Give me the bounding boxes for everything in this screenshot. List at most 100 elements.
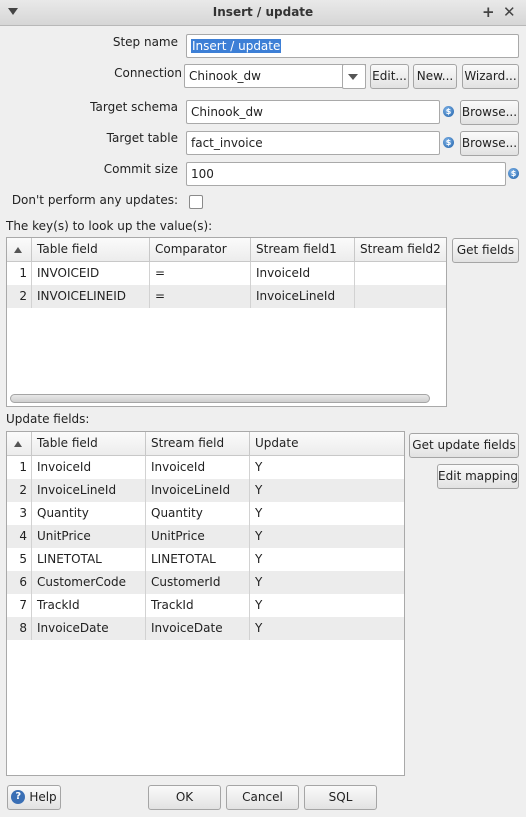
horizontal-scrollbar[interactable]: [10, 394, 430, 403]
target-schema-input[interactable]: Chinook_dw: [186, 100, 440, 124]
get-fields-button[interactable]: Get fields: [452, 238, 519, 263]
table-field-cell[interactable]: TrackId: [32, 594, 146, 617]
table-field-cell[interactable]: INVOICELINEID: [32, 285, 150, 308]
edit-mapping-button[interactable]: Edit mapping: [437, 464, 519, 489]
table-field-cell[interactable]: InvoiceLineId: [32, 479, 146, 502]
chevron-down-icon: [348, 74, 358, 80]
table-row[interactable]: 6 CustomerCode CustomerId Y: [7, 571, 404, 594]
col-header-stream-field1[interactable]: Stream field1: [251, 238, 355, 262]
help-icon: ?: [11, 789, 26, 804]
keys-table-header: Table field Comparator Stream field1 Str…: [7, 238, 446, 262]
row-number: 6: [7, 571, 32, 594]
col-header-update[interactable]: Update: [250, 432, 404, 456]
stream-field-cell[interactable]: CustomerId: [146, 571, 250, 594]
new-connection-button[interactable]: New...: [413, 64, 457, 89]
table-row[interactable]: 2 INVOICELINEID = InvoiceLineId: [7, 285, 446, 308]
stream-field-cell[interactable]: LINETOTAL: [146, 548, 250, 571]
table-row[interactable]: 8 InvoiceDate InvoiceDate Y: [7, 617, 404, 640]
connection-dropdown-button[interactable]: [342, 64, 366, 89]
row-number: 1: [7, 262, 32, 285]
table-row[interactable]: 1 InvoiceId InvoiceId Y: [7, 456, 404, 479]
sort-column-header[interactable]: [7, 238, 32, 262]
browse-schema-button[interactable]: Browse...: [460, 100, 519, 125]
keys-table: Table field Comparator Stream field1 Str…: [6, 237, 447, 407]
stream-field-cell[interactable]: UnitPrice: [146, 525, 250, 548]
stream-field2-cell[interactable]: [355, 285, 446, 308]
row-number: 3: [7, 502, 32, 525]
stream-field-cell[interactable]: TrackId: [146, 594, 250, 617]
get-update-fields-button[interactable]: Get update fields: [409, 433, 519, 458]
comparator-cell[interactable]: =: [150, 285, 251, 308]
update-fields-table: Table field Stream field Update 1 Invoice…: [6, 431, 405, 776]
update-flag-cell[interactable]: Y: [250, 617, 404, 640]
update-flag-cell[interactable]: Y: [250, 456, 404, 479]
variable-dollar-icon: $: [443, 137, 454, 148]
stream-field-cell[interactable]: InvoiceId: [146, 456, 250, 479]
col-header-stream-field[interactable]: Stream field: [146, 432, 250, 456]
sql-button[interactable]: SQL: [304, 785, 377, 810]
update-flag-cell[interactable]: Y: [250, 571, 404, 594]
table-field-cell[interactable]: InvoiceDate: [32, 617, 146, 640]
commit-size-label: Commit size: [103, 162, 178, 176]
update-flag-cell[interactable]: Y: [250, 525, 404, 548]
table-row[interactable]: 4 UnitPrice UnitPrice Y: [7, 525, 404, 548]
table-field-cell[interactable]: LINETOTAL: [32, 548, 146, 571]
col-header-table-field[interactable]: Table field: [32, 238, 150, 262]
step-name-label: Step name: [112, 35, 178, 49]
target-schema-value: Chinook_dw: [191, 105, 263, 119]
target-table-input[interactable]: fact_invoice: [186, 131, 440, 155]
keys-section-label: The key(s) to look up the value(s):: [6, 219, 213, 233]
cancel-button[interactable]: Cancel: [226, 785, 299, 810]
stream-field-cell[interactable]: InvoiceLineId: [146, 479, 250, 502]
step-name-input[interactable]: Insert / update: [186, 34, 519, 58]
wizard-button[interactable]: Wizard...: [462, 64, 519, 89]
commit-size-value: 100: [191, 167, 214, 181]
stream-field-cell[interactable]: InvoiceDate: [146, 617, 250, 640]
update-section-label: Update fields:: [6, 412, 90, 426]
stream-field-cell[interactable]: Quantity: [146, 502, 250, 525]
update-flag-cell[interactable]: Y: [250, 502, 404, 525]
target-schema-label: Target schema: [90, 100, 178, 114]
commit-size-input[interactable]: 100: [186, 162, 506, 186]
col-header-stream-field2[interactable]: Stream field2: [355, 238, 446, 262]
browse-table-button[interactable]: Browse...: [460, 131, 519, 156]
update-flag-cell[interactable]: Y: [250, 548, 404, 571]
stream-field2-cell[interactable]: [355, 262, 446, 285]
table-row[interactable]: 7 TrackId TrackId Y: [7, 594, 404, 617]
help-button[interactable]: ? Help: [7, 785, 61, 810]
table-field-cell[interactable]: UnitPrice: [32, 525, 146, 548]
table-field-cell[interactable]: CustomerCode: [32, 571, 146, 594]
dont-update-label: Don't perform any updates:: [11, 193, 178, 207]
table-field-cell[interactable]: InvoiceId: [32, 456, 146, 479]
comparator-cell[interactable]: =: [150, 262, 251, 285]
table-field-cell[interactable]: INVOICEID: [32, 262, 150, 285]
variable-dollar-icon: $: [508, 168, 519, 179]
row-number: 1: [7, 456, 32, 479]
target-table-value: fact_invoice: [191, 136, 263, 150]
step-name-value: Insert / update: [191, 39, 282, 53]
table-row[interactable]: 5 LINETOTAL LINETOTAL Y: [7, 548, 404, 571]
update-flag-cell[interactable]: Y: [250, 479, 404, 502]
col-header-comparator[interactable]: Comparator: [150, 238, 251, 262]
table-row[interactable]: 1 INVOICEID = InvoiceId: [7, 262, 446, 285]
sort-ascending-icon: [14, 247, 22, 253]
stream-field1-cell[interactable]: InvoiceId: [251, 262, 355, 285]
close-icon[interactable]: ✕: [503, 3, 516, 21]
dont-update-checkbox[interactable]: [189, 195, 203, 209]
row-number: 2: [7, 479, 32, 502]
row-number: 4: [7, 525, 32, 548]
sort-column-header[interactable]: [7, 432, 32, 456]
ok-button[interactable]: OK: [148, 785, 221, 810]
table-row[interactable]: 3 Quantity Quantity Y: [7, 502, 404, 525]
edit-connection-button[interactable]: Edit...: [370, 64, 409, 89]
plus-icon[interactable]: +: [482, 3, 495, 21]
connection-select[interactable]: Chinook_dw: [184, 64, 366, 88]
update-flag-cell[interactable]: Y: [250, 594, 404, 617]
table-row[interactable]: 2 InvoiceLineId InvoiceLineId Y: [7, 479, 404, 502]
connection-label: Connection: [114, 66, 182, 80]
stream-field1-cell[interactable]: InvoiceLineId: [251, 285, 355, 308]
row-number: 7: [7, 594, 32, 617]
col-header-table-field[interactable]: Table field: [32, 432, 146, 456]
table-field-cell[interactable]: Quantity: [32, 502, 146, 525]
variable-dollar-icon: $: [443, 106, 454, 117]
